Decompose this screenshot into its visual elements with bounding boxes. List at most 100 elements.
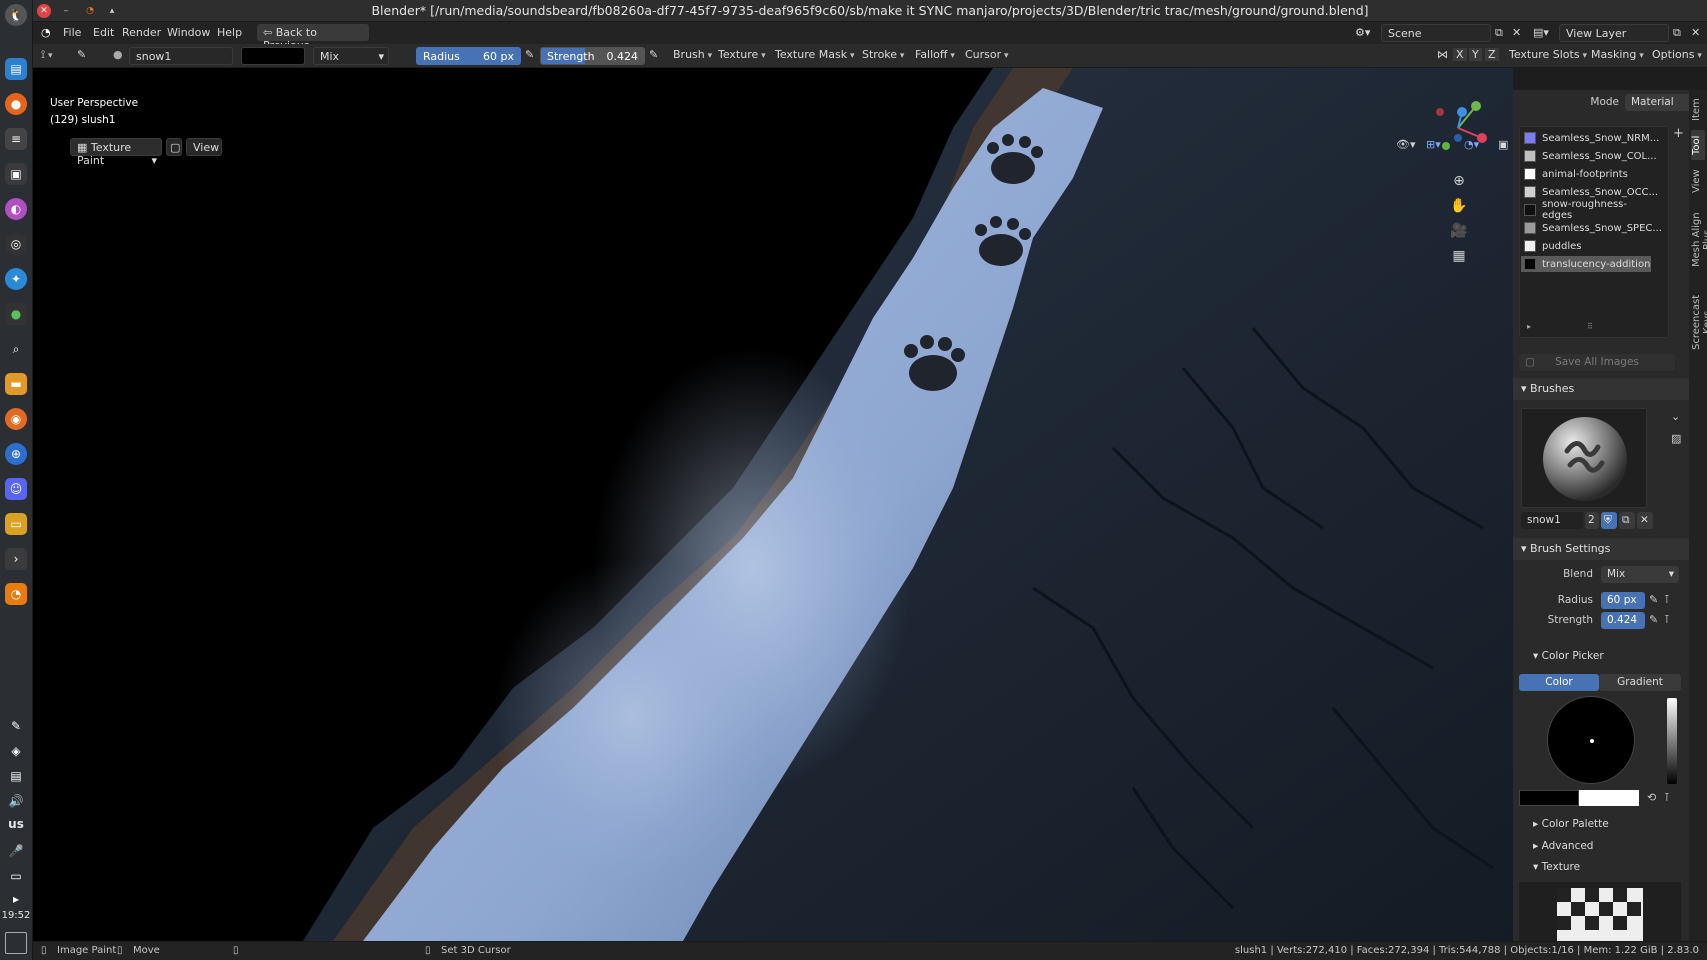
menu-texture[interactable]: Texture bbox=[718, 48, 766, 61]
new-scene-icon[interactable]: ⧉ bbox=[1495, 26, 1503, 40]
radius-unified-icon[interactable]: ⊺ bbox=[1664, 593, 1670, 606]
swap-colors-icon[interactable]: ⟲ bbox=[1647, 791, 1656, 804]
camera-icon[interactable]: 🎥 bbox=[1448, 220, 1470, 242]
options-dropdown[interactable]: Options bbox=[1652, 48, 1702, 61]
navigation-gizmo[interactable] bbox=[1428, 98, 1488, 158]
menu-brush[interactable]: Brush bbox=[673, 48, 712, 61]
brush-settings-panel-header[interactable]: ▾ Brush Settings bbox=[1513, 538, 1689, 560]
view-layer-field[interactable]: View Layer bbox=[1559, 24, 1669, 42]
zoom-icon[interactable]: ⊕ bbox=[1448, 170, 1470, 192]
color-unified-icon[interactable]: ⊺ bbox=[1664, 791, 1670, 804]
xray-toggle-icon[interactable]: ▣ bbox=[1498, 138, 1508, 151]
tab-mesh-align-plus[interactable]: Mesh Align Plus bbox=[1691, 202, 1707, 278]
radius-pressure-icon[interactable]: ✎ bbox=[525, 48, 534, 61]
menu-cursor[interactable]: Cursor bbox=[965, 48, 1009, 61]
texture-slot[interactable]: Seamless_Snow_NRM... bbox=[1521, 130, 1659, 146]
pen-icon[interactable]: ✎ bbox=[5, 715, 27, 737]
strength-pressure-icon[interactable]: ✎ bbox=[649, 48, 658, 61]
console-icon[interactable]: › bbox=[5, 548, 27, 570]
file-manager-icon[interactable]: ▤ bbox=[5, 58, 27, 80]
color-tab[interactable]: Color bbox=[1519, 674, 1599, 691]
obs-icon[interactable]: ◎ bbox=[5, 233, 27, 255]
tool-icon[interactable]: ⟟ bbox=[41, 48, 52, 62]
expand-icon[interactable]: ▸ bbox=[5, 888, 27, 910]
resize-handle-icon[interactable]: ⠿ bbox=[1587, 322, 1593, 331]
terminal-icon[interactable]: ▣ bbox=[5, 163, 27, 185]
search-icon[interactable]: ⌕ bbox=[5, 338, 27, 360]
paint-mask-toggle[interactable]: ▢ bbox=[166, 138, 182, 156]
stack-icon[interactable]: ◈ bbox=[5, 740, 27, 762]
app-orange-icon[interactable]: ◉ bbox=[5, 408, 27, 430]
texture-slot[interactable]: Seamless_Snow_SPEC... bbox=[1521, 220, 1662, 236]
texture-slot[interactable]: Seamless_Snow_COL... bbox=[1521, 148, 1657, 164]
axis-y-toggle[interactable]: Y bbox=[1469, 48, 1482, 61]
keyboard-layout[interactable]: us bbox=[0, 817, 32, 831]
menu-help[interactable]: Help bbox=[217, 26, 242, 39]
scene-icon[interactable]: ⚙▾ bbox=[1355, 26, 1370, 39]
axis-z-toggle[interactable]: Z bbox=[1485, 48, 1499, 61]
brush-fake-user-icon[interactable]: ● bbox=[113, 48, 123, 61]
brush-color-swatch[interactable] bbox=[241, 47, 305, 65]
texture-slot-selected[interactable]: translucency-addition bbox=[1521, 256, 1651, 272]
network-icon[interactable]: ⊕ bbox=[5, 443, 27, 465]
duplicate-icon[interactable]: ⧉ bbox=[1619, 512, 1635, 529]
brush-users-count[interactable]: 2 bbox=[1585, 512, 1599, 529]
clipboard-icon[interactable]: ▤ bbox=[5, 765, 27, 787]
display-icon[interactable]: ▭ bbox=[5, 865, 27, 887]
expand-arrow-icon[interactable]: ▸ bbox=[1527, 322, 1531, 331]
view-layer-icon[interactable]: ▤▾ bbox=[1533, 26, 1549, 39]
brush-icon-button[interactable]: ▨ bbox=[1671, 432, 1681, 445]
texture-preview[interactable] bbox=[1519, 882, 1681, 942]
microphone-icon[interactable]: 🎤 bbox=[5, 840, 27, 862]
status-dot-icon[interactable]: ● bbox=[5, 303, 27, 325]
brushes-panel-header[interactable]: ▾ Brushes bbox=[1513, 378, 1689, 400]
texture-slots-dropdown[interactable]: Texture Slots bbox=[1509, 48, 1587, 61]
menu-file[interactable]: File bbox=[63, 26, 81, 39]
brush-list-dropdown-icon[interactable]: ⌄ bbox=[1671, 410, 1680, 423]
texture-subpanel[interactable]: ▾ Texture bbox=[1533, 861, 1580, 873]
blend-dropdown[interactable]: Mix ▾ bbox=[1601, 566, 1679, 583]
color-wheel-cursor[interactable] bbox=[1590, 739, 1594, 743]
remove-view-layer-icon[interactable]: ✕ bbox=[1691, 26, 1700, 39]
texture-slot[interactable]: animal-footprints bbox=[1521, 166, 1651, 182]
chat-icon[interactable]: ▭ bbox=[5, 513, 27, 535]
add-slot-icon[interactable]: + bbox=[1673, 126, 1684, 141]
back-to-previous-button[interactable]: ⇦ Back to Previous bbox=[257, 24, 369, 52]
brush-icon[interactable]: ✎ bbox=[77, 48, 86, 61]
layers-icon[interactable]: ≡ bbox=[5, 128, 27, 150]
tab-tool[interactable]: Tool bbox=[1691, 130, 1705, 160]
menu-edit[interactable]: Edit bbox=[93, 26, 114, 39]
browser-icon[interactable]: ✦ bbox=[5, 268, 27, 290]
color-wheel[interactable] bbox=[1547, 696, 1635, 784]
3d-viewport[interactable]: ▦ Texture Paint▾ ▢ View 👁▾ ⊞▾ ◔▾ ▣ ◍ ● U… bbox=[33, 68, 1513, 941]
advanced-subpanel[interactable]: ▸ Advanced bbox=[1533, 840, 1593, 852]
unlink-icon[interactable]: ✕ bbox=[1637, 512, 1653, 529]
axis-x-toggle[interactable]: X bbox=[1453, 48, 1467, 61]
discord-icon[interactable]: ☺ bbox=[5, 478, 27, 500]
shield-icon[interactable]: ⛨ bbox=[1601, 512, 1617, 529]
gradient-tab[interactable]: Gradient bbox=[1599, 674, 1681, 691]
remove-scene-icon[interactable]: ✕ bbox=[1512, 26, 1521, 39]
secondary-color-swatch[interactable] bbox=[1579, 790, 1639, 806]
scene-field[interactable]: Scene bbox=[1381, 24, 1491, 42]
mode-dropdown[interactable]: ▦ Texture Paint ▾ bbox=[70, 138, 162, 167]
tab-screencast-keys[interactable]: Screencast Keys bbox=[1691, 282, 1707, 362]
radius-pressure-icon[interactable]: ✎ bbox=[1649, 593, 1658, 606]
blender-menu-icon[interactable]: ◔ bbox=[41, 26, 51, 39]
menu-stroke[interactable]: Stroke bbox=[862, 48, 904, 61]
tab-view[interactable]: View bbox=[1691, 164, 1705, 198]
radius-field[interactable]: 60 px bbox=[1601, 592, 1645, 609]
radius-field[interactable]: Radius 60 px bbox=[416, 47, 521, 65]
firefox-icon[interactable]: ● bbox=[5, 93, 27, 115]
strength-unified-icon[interactable]: ⊺ bbox=[1664, 613, 1670, 626]
symmetry-icon[interactable]: ⋈ bbox=[1437, 48, 1448, 61]
value-slider[interactable] bbox=[1667, 698, 1677, 784]
view-menu[interactable]: View bbox=[186, 138, 222, 156]
color-picker-subpanel-header[interactable]: ▾ Color Picker bbox=[1533, 650, 1604, 662]
folder-icon[interactable]: ▬ bbox=[5, 373, 27, 395]
brush-name-field[interactable]: snow1 bbox=[1521, 512, 1583, 529]
texture-slot[interactable]: puddles bbox=[1521, 238, 1651, 254]
strength-field[interactable]: Strength 0.424 bbox=[540, 47, 645, 65]
menu-window[interactable]: Window bbox=[167, 26, 210, 39]
menu-render[interactable]: Render bbox=[122, 26, 161, 39]
